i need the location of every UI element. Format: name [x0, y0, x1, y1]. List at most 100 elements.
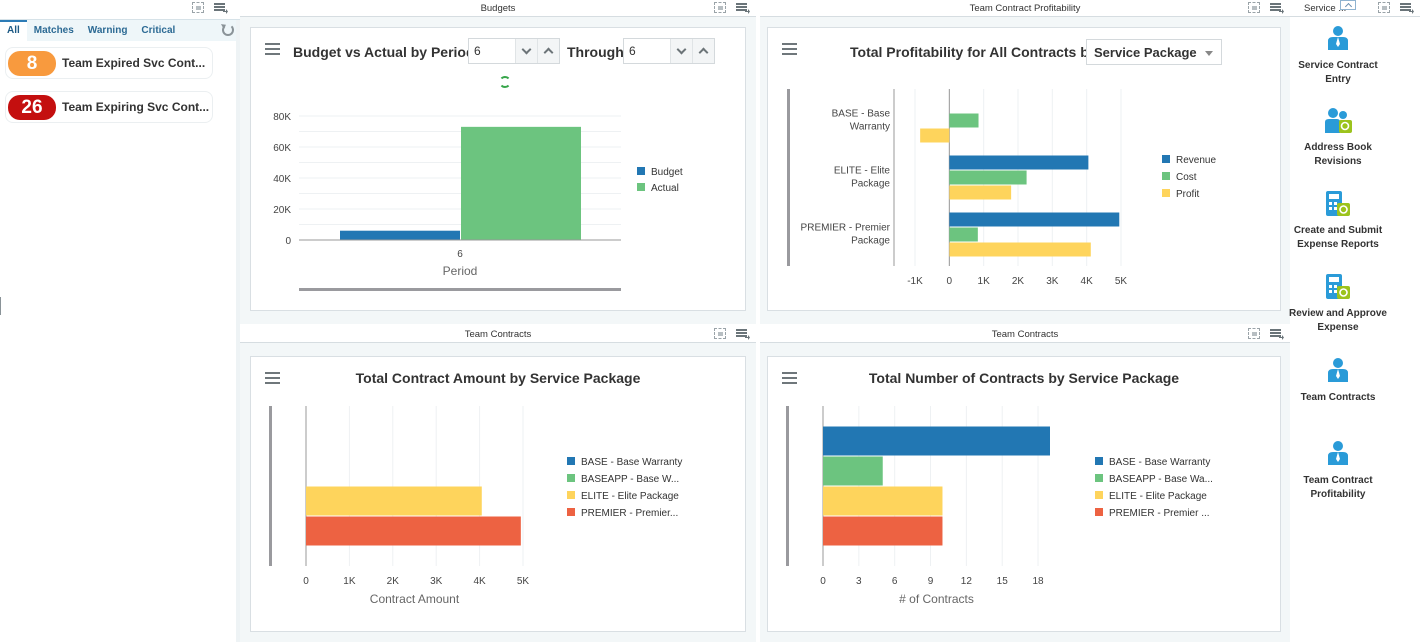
tab-all[interactable]: All: [0, 19, 27, 42]
pane-header: Team Contract Profitability: [760, 0, 1290, 17]
x-tick-label: 0: [820, 576, 826, 587]
watchlist-item-label: Team Expired Svc Cont...: [62, 56, 206, 70]
people-edit-icon: [1325, 107, 1352, 135]
bar-elite: [306, 486, 482, 516]
legend-label: PREMIER - Premier...: [581, 508, 678, 519]
pane-header: Team Contracts: [760, 326, 1290, 343]
from-period-spinner[interactable]: [468, 38, 560, 64]
pane-title: Budgets: [480, 3, 516, 14]
contract-amount-chart: 0 1K 2K 3K 4K 5K Contract Amount BASE - Base Wa…: [269, 406, 682, 606]
splitter-handle[interactable]: [0, 297, 1, 315]
maximize-icon[interactable]: [1248, 328, 1260, 339]
x-tick-label: 3K: [1046, 276, 1059, 287]
increment-button[interactable]: [537, 39, 559, 63]
springboard-tile[interactable]: Team Contract Profitability: [1288, 440, 1388, 502]
menu-icon[interactable]: [265, 43, 280, 55]
springboard-tile[interactable]: Team Contracts: [1288, 357, 1388, 405]
pane-settings-icon[interactable]: [1400, 1, 1414, 14]
calculator-edit-icon: [1325, 190, 1351, 218]
decrement-button[interactable]: [670, 39, 692, 63]
watchlist-header: [0, 0, 240, 18]
collapse-button[interactable]: [1340, 0, 1356, 10]
pane-settings-icon[interactable]: [1270, 327, 1284, 340]
legend-swatch: [567, 457, 575, 465]
pane-settings-icon[interactable]: [1270, 1, 1284, 14]
pane-title: Team Contracts: [991, 329, 1059, 340]
menu-icon[interactable]: [782, 43, 797, 55]
profitability-pane: Team Contract Profitability Total Profit…: [760, 0, 1290, 324]
springboard-tile[interactable]: Create and Submit Expense Reports: [1288, 190, 1388, 252]
watchlist-item[interactable]: 8 Team Expired Svc Cont...: [5, 47, 213, 79]
bar-cost: [949, 113, 979, 128]
legend-label: ELITE - Elite Package: [1109, 491, 1207, 502]
legend-label: ELITE - Elite Package: [581, 491, 679, 502]
bar-actual: [461, 126, 581, 240]
maximize-icon[interactable]: [1248, 2, 1260, 13]
x-tick-label: 12: [961, 576, 973, 587]
legend-swatch: [567, 474, 575, 482]
springboard-tile[interactable]: Review and Approve Expense: [1288, 273, 1388, 335]
decrement-button[interactable]: [515, 39, 537, 63]
watchlist-item[interactable]: 26 Team Expiring Svc Cont...: [5, 91, 213, 123]
x-tick-label: 4K: [473, 576, 486, 587]
pane-settings-icon[interactable]: [736, 1, 750, 14]
contract-count-pane: Team Contracts Total Number of Contracts…: [760, 326, 1290, 642]
x-tick-label: 1K: [343, 576, 356, 587]
bar-profit: [949, 242, 1091, 257]
x-tick-label: 1K: [978, 276, 991, 287]
y-tick-label: 80K: [273, 112, 291, 123]
group-by-select[interactable]: Service Package: [1086, 39, 1222, 65]
budget-vs-actual-chart: 0 20K 40K 60K 80K 6 Period Budget Actual: [273, 112, 683, 291]
watchlist-pane: All Matches Warning Critical 8 Team Expi…: [0, 0, 240, 642]
tab-matches[interactable]: Matches: [27, 20, 81, 42]
maximize-icon[interactable]: [192, 2, 204, 13]
through-period-input[interactable]: [624, 39, 670, 63]
maximize-icon[interactable]: [1378, 2, 1390, 13]
bar-revenue: [949, 155, 1089, 170]
reload-chart-icon[interactable]: [499, 76, 511, 88]
category-label: PREMIER - Premier: [801, 223, 891, 234]
legend-swatch: [1095, 508, 1103, 516]
x-tick-label: -1K: [907, 276, 923, 287]
bar-budget: [340, 230, 460, 240]
increment-button[interactable]: [692, 39, 714, 63]
maximize-icon[interactable]: [714, 2, 726, 13]
bar-profit: [949, 185, 1012, 200]
budgets-pane: Budgets Budget vs Actual by Period Throu…: [240, 0, 756, 324]
springboard-tile[interactable]: Service Contract Entry: [1288, 25, 1388, 87]
bar-elite: [823, 486, 943, 516]
scrollbar: [299, 288, 621, 291]
legend-swatch: [1162, 189, 1170, 197]
legend-label: BASEAPP - Base Wa...: [1109, 474, 1213, 485]
x-tick-label: 18: [1032, 576, 1044, 587]
legend-swatch: [567, 491, 575, 499]
pane-settings-icon[interactable]: [736, 327, 750, 340]
refresh-icon[interactable]: [222, 24, 234, 36]
x-tick-label: 9: [928, 576, 934, 587]
through-period-spinner[interactable]: [623, 38, 715, 64]
chart-title: Total Profitability for All Contracts by: [850, 44, 1097, 60]
x-tick-label: 5K: [1115, 276, 1128, 287]
x-tick-label: 5K: [517, 576, 530, 587]
x-axis-title: Period: [443, 264, 478, 278]
x-tick-label: 2K: [1012, 276, 1025, 287]
from-period-input[interactable]: [469, 39, 515, 63]
pane-title: Team Contract Profitability: [969, 3, 1081, 14]
category-label: Package: [851, 179, 890, 190]
tile-label: Team Contracts: [1300, 392, 1376, 403]
tab-critical[interactable]: Critical: [134, 20, 182, 42]
x-tick-label: 0: [947, 276, 953, 287]
category-label: ELITE - Elite: [834, 166, 891, 177]
y-tick-label: 0: [285, 236, 291, 247]
tab-warning[interactable]: Warning: [81, 20, 135, 42]
legend-label: BASEAPP - Base W...: [581, 474, 679, 485]
x-tick-label: 4K: [1081, 276, 1094, 287]
profitability-chart-card: Total Profitability for All Contracts by…: [767, 27, 1281, 311]
legend-label: Revenue: [1176, 155, 1216, 166]
maximize-icon[interactable]: [714, 328, 726, 339]
budget-chart-card: Budget vs Actual by Period Through 0 20K 4…: [250, 27, 746, 311]
tile-label: Service Contract Entry: [1298, 60, 1378, 85]
springboard-tile[interactable]: Address Book Revisions: [1288, 107, 1388, 169]
watchlist-count-badge: 26: [8, 94, 56, 120]
pane-settings-icon[interactable]: [214, 1, 228, 14]
